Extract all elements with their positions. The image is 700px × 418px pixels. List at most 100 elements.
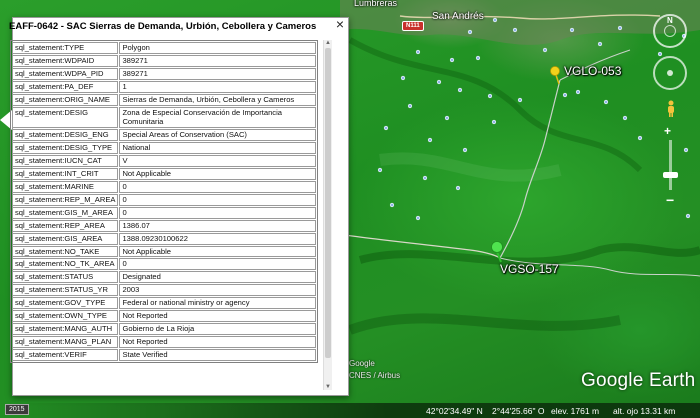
attribute-value: Gobierno de La Rioja — [119, 322, 316, 335]
attribute-key: sql_statement:STATUS_YR — [12, 284, 119, 297]
google-earth-logo: Google Earth — [581, 370, 696, 391]
table-row: sql_statement:GIS_M_AREA 0 — [12, 206, 316, 219]
table-row: sql_statement:OWN_TYPE Not Reported — [12, 310, 316, 322]
attribute-key: sql_statement:ORIG_NAME — [12, 93, 119, 106]
table-row: sql_statement:STATUS_YR 2003 — [12, 284, 316, 297]
zoom-out-icon[interactable]: − — [666, 192, 674, 208]
attribute-table: sql_statement:TYPE Polygon sql_statement:W… — [10, 40, 318, 363]
table-row: sql_statement:PA_DEF 1 — [12, 80, 316, 93]
attribute-value: 1388.09230100622 — [119, 232, 316, 245]
attribute-value: V — [119, 155, 316, 168]
table-row: sql_statement:GIS_AREA 1388.09230100622 — [12, 232, 316, 245]
attribute-key: sql_statement:TYPE — [12, 42, 119, 54]
credit-cnes-airbus: CNES / Airbus — [349, 371, 401, 380]
table-row: sql_statement:INT_CRIT Not Applicable — [12, 168, 316, 180]
attribute-value: Not Reported — [119, 335, 316, 348]
credit-google: Google — [349, 359, 375, 368]
zoom-slider-track[interactable] — [669, 140, 672, 190]
compass-ring-icon — [664, 25, 676, 37]
attribute-value: 389271 — [119, 67, 316, 80]
table-row: sql_statement:WDPA_PID 389271 — [12, 67, 316, 80]
table-row: sql_statement:DESIG Zona de Especial Cons… — [12, 106, 316, 129]
attribute-key: sql_statement:STATUS — [12, 271, 119, 284]
attribute-key: sql_statement:MARINE — [12, 180, 119, 193]
attribute-key: sql_statement:GIS_AREA — [12, 232, 119, 245]
pin-label-vgso-157[interactable]: VGSO-157 — [500, 262, 559, 276]
table-row: sql_statement:MANG_AUTH Gobierno de La Ri… — [12, 322, 316, 335]
zoom-in-icon[interactable]: + — [664, 124, 671, 138]
attribute-value: 389271 — [119, 54, 316, 67]
attribute-value: Polygon — [119, 42, 316, 54]
attribute-value: 0 — [119, 206, 316, 219]
attribute-value: State Verified — [119, 348, 316, 361]
attribute-value: 1386.07 — [119, 219, 316, 232]
table-row: sql_statement:WDPAID 389271 — [12, 54, 316, 67]
table-row: sql_statement:NO_TK_AREA 0 — [12, 258, 316, 271]
attribute-value: National — [119, 142, 316, 155]
look-joystick-control[interactable] — [653, 56, 687, 90]
attribute-key: sql_statement:NO_TK_AREA — [12, 258, 119, 271]
scroll-down-icon[interactable]: ▼ — [325, 384, 331, 390]
attribute-key: sql_statement:OWN_TYPE — [12, 310, 119, 322]
attribute-key: sql_statement:WDPA_PID — [12, 67, 119, 80]
attribute-key: sql_statement:GOV_TYPE — [12, 297, 119, 310]
attribute-key: sql_statement:PA_DEF — [12, 80, 119, 93]
status-elevation: elev. 1761 m — [551, 406, 600, 416]
attribute-key: sql_statement:REP_AREA — [12, 219, 119, 232]
close-balloon-button[interactable]: × — [333, 17, 347, 31]
attribute-key: sql_statement:MANG_AUTH — [12, 322, 119, 335]
attribute-key: sql_statement:DESIG_ENG — [12, 129, 119, 142]
attribute-key: sql_statement:IUCN_CAT — [12, 155, 119, 168]
place-label-lumbreras: Lumbreras — [354, 0, 398, 8]
attribute-key: sql_statement:INT_CRIT — [12, 168, 119, 180]
attribute-value: 0 — [119, 193, 316, 206]
scroll-up-icon[interactable]: ▲ — [325, 40, 331, 46]
scrollbar-thumb[interactable] — [325, 48, 331, 358]
table-row: sql_statement:TYPE Polygon — [12, 42, 316, 54]
attribute-value: Zona de Especial Conservación de Importa… — [119, 106, 316, 129]
attribute-value: 0 — [119, 258, 316, 271]
table-row: sql_statement:ORIG_NAME Sierras de Demand… — [12, 93, 316, 106]
attribute-value: Sierras de Demanda, Urbión, Cebollera y … — [119, 93, 316, 106]
attribute-value: Federal or national ministry or agency — [119, 297, 316, 310]
attribute-value: 0 — [119, 180, 316, 193]
table-row: sql_statement:REP_M_AREA 0 — [12, 193, 316, 206]
status-bar: 42°02'34.49" N 2°44'25.66" O elev. 1761 … — [0, 403, 700, 418]
attribute-key: sql_statement:REP_M_AREA — [12, 193, 119, 206]
table-row: sql_statement:STATUS Designated — [12, 271, 316, 284]
attribute-value: Not Applicable — [119, 245, 316, 258]
table-row: sql_statement:DESIG_ENG Special Areas of … — [12, 129, 316, 142]
attribute-key: sql_statement:VERIF — [12, 348, 119, 361]
attribute-key: sql_statement:GIS_M_AREA — [12, 206, 119, 219]
historical-imagery-year[interactable]: 2015 — [5, 404, 29, 415]
attribute-value: 1 — [119, 80, 316, 93]
balloon-title: EAFF-0642 - SAC Sierras de Demanda, Urbi… — [9, 21, 317, 32]
table-row: sql_statement:REP_AREA 1386.07 — [12, 219, 316, 232]
table-row: sql_statement:DESIG_TYPE National — [12, 142, 316, 155]
status-longitude: 2°44'25.66" O — [492, 406, 545, 416]
table-row: sql_statement:NO_TAKE Not Applicable — [12, 245, 316, 258]
attribute-value: Not Reported — [119, 310, 316, 322]
status-latitude: 42°02'34.49" N — [426, 406, 483, 416]
attribute-key: sql_statement:DESIG_TYPE — [12, 142, 119, 155]
table-row: sql_statement:GOV_TYPE Federal or nationa… — [12, 297, 316, 310]
attribute-value: Designated — [119, 271, 316, 284]
road-shield: N111 — [402, 21, 424, 31]
status-eye-altitude: alt. ojo 13.31 km — [613, 406, 676, 416]
compass-control[interactable]: N — [653, 14, 687, 48]
table-row: sql_statement:IUCN_CAT V — [12, 155, 316, 168]
attribute-key: sql_statement:DESIG — [12, 106, 119, 129]
pin-vglo-053-icon[interactable] — [550, 66, 560, 85]
table-row: sql_statement:MANG_PLAN Not Reported — [12, 335, 316, 348]
place-label-san-andres: San Andrés — [432, 11, 484, 22]
pin-label-vglo-053[interactable]: VGLO-053 — [564, 64, 621, 78]
street-view-person-icon[interactable] — [666, 100, 676, 118]
table-row: sql_statement:MARINE 0 — [12, 180, 316, 193]
table-row: sql_statement:VERIF State Verified — [12, 348, 316, 361]
compass-north-label: N — [667, 16, 673, 25]
attribute-value: Not Applicable — [119, 168, 316, 180]
attribute-key: sql_statement:NO_TAKE — [12, 245, 119, 258]
balloon-scrollbar[interactable]: ▲ ▼ — [323, 40, 332, 390]
attribute-table-viewport[interactable]: sql_statement:TYPE Polygon sql_statement:W… — [10, 40, 323, 378]
zoom-slider-handle[interactable] — [663, 172, 678, 178]
